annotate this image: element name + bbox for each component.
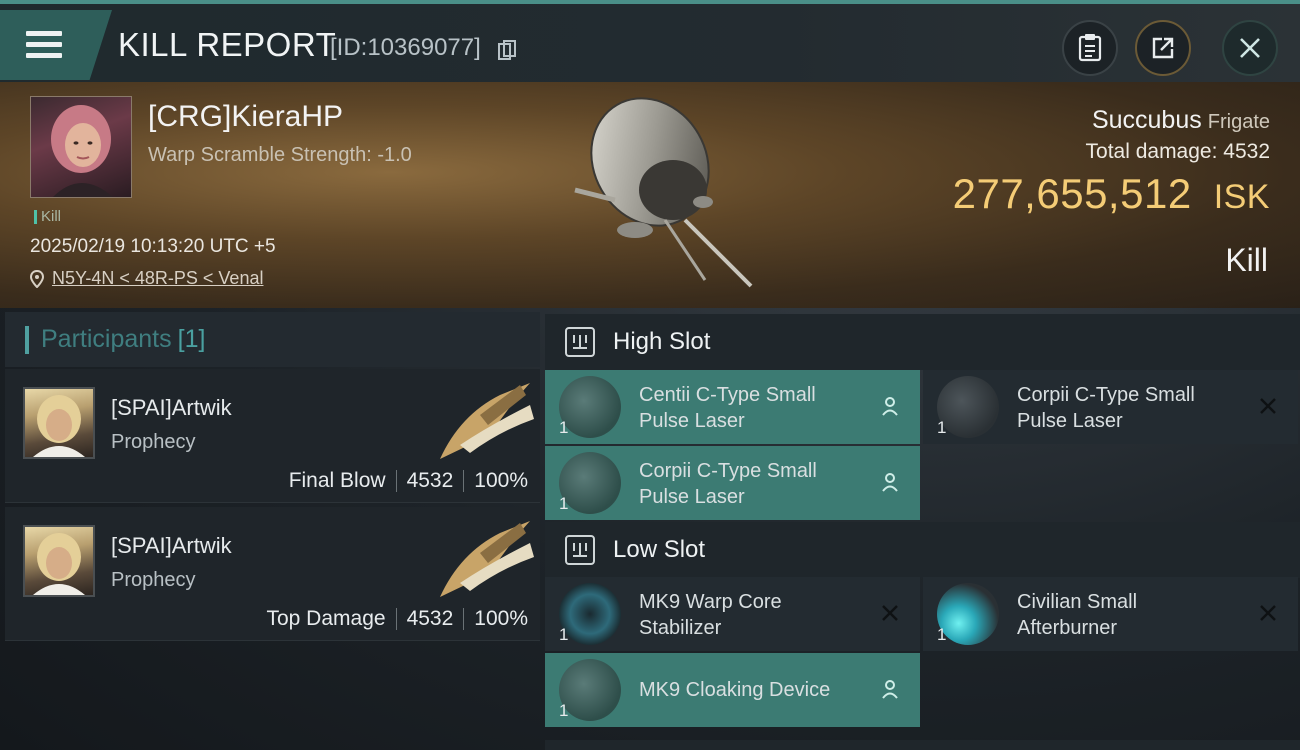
kill-timestamp: 2025/02/19 10:13:20 UTC +5: [30, 236, 276, 257]
module-item[interactable]: 1 Centii C-Type Small Pulse Laser: [545, 370, 920, 444]
high-slot-label: High Slot: [613, 328, 711, 355]
participant-portrait: [33, 395, 85, 457]
module-qty: 1: [937, 418, 947, 437]
low-slot-label: Low Slot: [613, 536, 706, 563]
menu-button[interactable]: [0, 10, 112, 80]
fitting-panel: High Slot 1 Centii C-Type Small Pulse La…: [545, 312, 1300, 750]
participant-damage: 4532: [406, 607, 454, 630]
isk-unit: ISK: [1213, 178, 1270, 216]
portrait-image: [51, 105, 113, 197]
page-title: KILL REPORT: [118, 26, 337, 63]
clipboard-icon: [1078, 34, 1102, 62]
module-item[interactable]: 1 MK9 Cloaking Device: [545, 653, 920, 727]
participants-count: [1]: [177, 325, 206, 353]
location-pin-icon: [30, 269, 44, 288]
isk-amount: 277,655,512: [952, 170, 1192, 217]
header-bar: KILL REPORT [ID:10369077]: [0, 4, 1300, 82]
participant-damage: 4532: [406, 469, 454, 492]
participants-title: Participants: [41, 325, 172, 353]
x-icon: [1254, 599, 1282, 627]
header-bar-accent: [25, 325, 29, 354]
module-item[interactable]: 1 Corpii C-Type Small Pulse Laser: [923, 370, 1298, 444]
participants-header: Participants [1]: [5, 312, 540, 367]
module-name: Corpii C-Type Small Pulse Laser: [1017, 384, 1195, 432]
total-damage: Total damage: 4532: [1086, 140, 1270, 164]
total-damage-label: Total damage:: [1085, 140, 1218, 163]
module-name: Centii C-Type Small Pulse Laser: [639, 384, 816, 432]
x-icon: [1254, 392, 1282, 420]
participants-panel: Participants [1] [SPAI]Artwik Prophecy F…: [5, 312, 540, 750]
share-icon: [1152, 37, 1174, 59]
isk-value: 277,655,512 ISK: [953, 170, 1270, 218]
module-qty: 1: [559, 625, 569, 644]
module-qty: 1: [937, 625, 947, 644]
participant-portrait: [33, 533, 85, 595]
module-name: Corpii C-Type Small Pulse Laser: [639, 460, 817, 508]
hamburger-menu-icon: [26, 31, 62, 59]
outcome-label: Kill: [1225, 242, 1268, 278]
close-icon: [1240, 38, 1260, 58]
module-item[interactable]: 1 MK9 Warp Core Stabilizer: [545, 577, 920, 651]
ship-class: Frigate: [1207, 111, 1270, 133]
participant-name[interactable]: [SPAI]Artwik: [111, 395, 232, 421]
location-text[interactable]: N5Y-4N < 48R-PS < Venal: [52, 268, 263, 289]
module-name: MK9 Warp Core Stabilizer: [639, 591, 782, 639]
victim-banner: [CRG]KieraHP Warp Scramble Strength: -1.…: [0, 82, 1300, 308]
low-slot-header: Low Slot: [545, 522, 1300, 578]
high-slot-icon: [565, 327, 595, 357]
victim-ship-image: [574, 97, 753, 288]
module-qty: 1: [559, 701, 569, 720]
warp-scramble-strength: Warp Scramble Strength: -1.0: [148, 144, 412, 166]
participant-name[interactable]: [SPAI]Artwik: [111, 533, 232, 559]
ship-name[interactable]: Succubus: [1092, 106, 1202, 134]
kill-tag-label: Kill: [41, 208, 62, 225]
copy-icon[interactable]: [498, 40, 516, 60]
share-button[interactable]: [1135, 20, 1191, 76]
participant-percent: 100%: [474, 607, 528, 630]
report-id: [ID:10369077]: [330, 34, 481, 61]
participant-role: Final Blow: [288, 469, 386, 492]
person-icon: [876, 675, 904, 703]
close-button[interactable]: [1222, 20, 1278, 76]
participant-avatar[interactable]: [23, 525, 95, 597]
participant-stats: Final Blow 4532 100%: [289, 469, 528, 493]
tag-bar: [34, 209, 37, 224]
module-qty: 1: [559, 418, 569, 437]
participant-ship-image: [440, 383, 534, 459]
module-item[interactable]: 1 Civilian Small Afterburner: [923, 577, 1298, 651]
person-icon: [876, 468, 904, 496]
participant-ship: Prophecy: [111, 569, 196, 591]
participant-role: Top Damage: [266, 607, 386, 630]
clipboard-button[interactable]: [1062, 20, 1118, 76]
location-link[interactable]: N5Y-4N < 48R-PS < Venal: [30, 268, 263, 289]
participant-stats: Top Damage 4532 100%: [266, 607, 528, 631]
total-damage-value: 4532: [1223, 140, 1270, 163]
victim-name[interactable]: [CRG]KieraHP: [148, 100, 343, 134]
participant-ship: Prophecy: [111, 431, 196, 453]
x-icon: [876, 599, 904, 627]
mid-slot-header: [545, 740, 1300, 750]
module-item[interactable]: 1 Corpii C-Type Small Pulse Laser: [545, 446, 920, 520]
low-slot-icon: [565, 535, 595, 565]
kill-tag: Kill: [34, 208, 61, 225]
participant-percent: 100%: [474, 469, 528, 492]
victim-ship: Succubus Frigate: [1092, 106, 1270, 135]
module-name: Civilian Small Afterburner: [1017, 591, 1138, 639]
participant-row[interactable]: [SPAI]Artwik Prophecy Final Blow 4532 10…: [5, 369, 540, 503]
module-qty: 1: [559, 494, 569, 513]
participant-avatar[interactable]: [23, 387, 95, 459]
victim-avatar[interactable]: [30, 96, 132, 198]
participant-row[interactable]: [SPAI]Artwik Prophecy Top Damage 4532 10…: [5, 507, 540, 641]
high-slot-header: High Slot: [545, 314, 1300, 370]
module-name: MK9 Cloaking Device: [639, 679, 831, 701]
participant-ship-image: [440, 521, 534, 597]
person-icon: [876, 392, 904, 420]
